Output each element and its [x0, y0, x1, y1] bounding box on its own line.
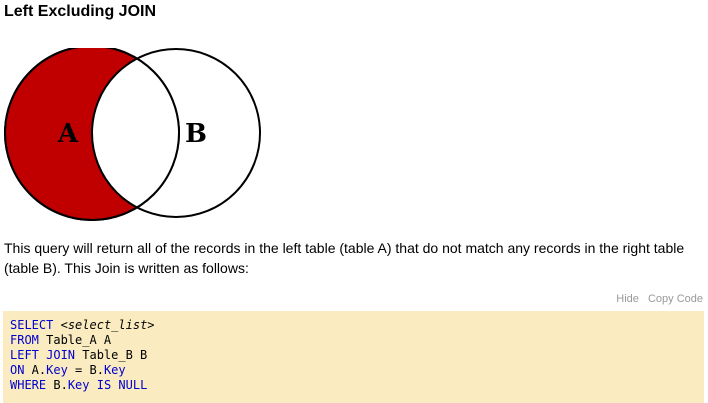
code-text: B. [46, 378, 68, 392]
code-keyword: LEFT JOIN [10, 348, 76, 362]
code-text: A. [24, 363, 47, 377]
code-keyword: IS NULL [96, 378, 148, 392]
code-keyword: Key [67, 378, 90, 392]
page-title: Left Excluding JOIN [4, 3, 157, 20]
label-a: A [57, 119, 79, 149]
code-keyword: FROM [10, 333, 39, 347]
copy-code-link[interactable]: Copy Code [648, 293, 703, 305]
code-text: = B. [67, 363, 104, 377]
code-text: <select_list> [60, 318, 155, 332]
code-keyword: Key [103, 363, 126, 377]
label-b: B [185, 119, 207, 149]
code-keyword: WHERE [10, 378, 47, 392]
code-keyword: SELECT [10, 318, 54, 332]
code-text: Table_A A [38, 333, 112, 347]
code-keyword: Key [46, 363, 68, 377]
sql-code-block[interactable]: SELECT <select_list> FROM Table_A A LEFT… [3, 311, 704, 403]
code-toolbar: Hide Copy Code [610, 293, 703, 305]
code-keyword: ON [10, 363, 25, 377]
code-text: Table_B B [75, 348, 148, 362]
venn-diagram: A B [4, 48, 261, 221]
description-text: This query will return all of the record… [4, 240, 685, 276]
hide-code-link[interactable]: Hide [616, 293, 639, 305]
